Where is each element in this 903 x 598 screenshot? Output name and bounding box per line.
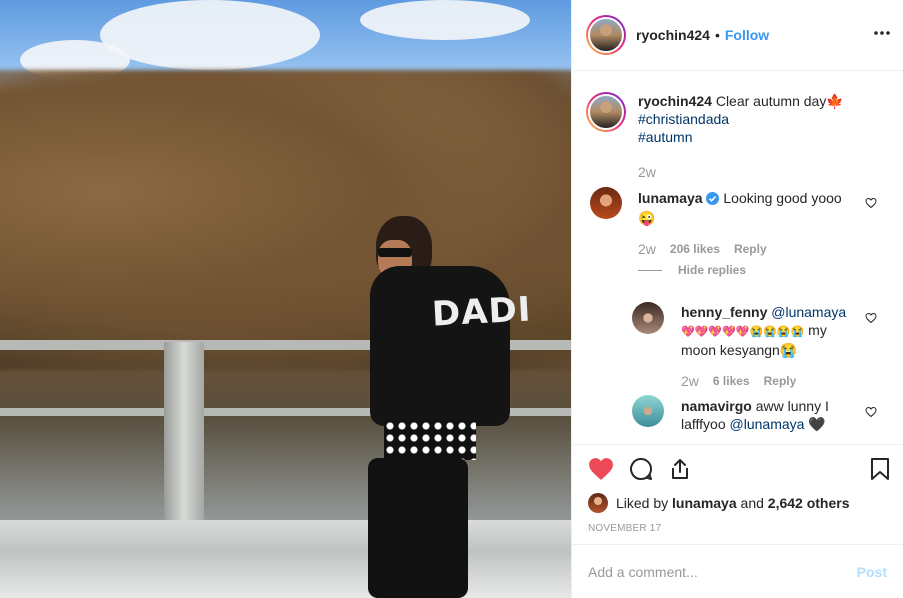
caption-username[interactable]: ryochin424 xyxy=(638,93,712,109)
more-options-icon[interactable] xyxy=(873,24,891,46)
reply-likes[interactable]: 6 likes xyxy=(713,374,750,388)
liked-by: Liked by lunamaya and 2,642 others xyxy=(588,493,850,513)
photo-cloud xyxy=(100,0,320,70)
reply-time[interactable]: 2w xyxy=(681,373,699,389)
reply-avatar[interactable] xyxy=(632,302,664,334)
hashtag-christiandada[interactable]: #christiandada xyxy=(638,111,729,127)
comment-time[interactable]: 2w xyxy=(638,241,656,257)
hashtag-autumn[interactable]: #autumn xyxy=(638,129,692,145)
reply-emojis: 💖💖💖💖💖😭😭😭😭 xyxy=(681,326,805,338)
author-avatar[interactable] xyxy=(586,15,626,55)
comment-text: Looking good yooo xyxy=(723,190,842,206)
liked-by-avatar[interactable] xyxy=(588,493,608,513)
caption-author-avatar[interactable] xyxy=(586,92,626,132)
liked-by-and: and xyxy=(740,495,764,511)
post-header: ryochin424 • Follow xyxy=(572,0,903,71)
bookmark-icon[interactable] xyxy=(870,457,890,484)
follow-button[interactable]: Follow xyxy=(725,27,769,43)
reply-username[interactable]: namavirgo xyxy=(681,398,752,414)
caption-emoji: 🍁 xyxy=(826,93,844,109)
reply-avatar[interactable] xyxy=(632,395,664,427)
comment-emoji: 😜 xyxy=(638,210,656,226)
comment-username[interactable]: lunamaya xyxy=(638,190,703,206)
photo-person: DADI xyxy=(362,214,532,598)
reply-emoji: 🖤 xyxy=(808,416,826,432)
like-reply-heart-icon[interactable] xyxy=(865,406,877,418)
post-comment-button[interactable]: Post xyxy=(857,564,887,580)
reply-meta: 2w 6 likes Reply xyxy=(681,373,796,389)
hide-replies-label: Hide replies xyxy=(678,263,747,277)
post-photo[interactable]: DADI xyxy=(0,0,571,598)
share-icon[interactable] xyxy=(668,457,692,484)
liked-by-others[interactable]: 2,642 others xyxy=(768,495,850,511)
reply: namavirgo aww lunny I lafffyoo @lunamaya… xyxy=(681,397,861,433)
comment-meta: 2w 206 likes Reply xyxy=(638,241,767,257)
liked-by-prefix: Liked by xyxy=(616,495,669,511)
reply-end-emoji: 😭 xyxy=(779,342,798,358)
like-heart-icon[interactable] xyxy=(588,457,614,484)
photo-person-shirt xyxy=(384,420,476,460)
add-comment-input[interactable] xyxy=(588,563,857,580)
comment-bubble-icon[interactable] xyxy=(628,457,654,484)
hide-replies-button[interactable]: Hide replies xyxy=(638,263,746,277)
photo-cloud xyxy=(360,0,530,40)
like-comment-heart-icon[interactable] xyxy=(865,197,877,209)
comment-likes[interactable]: 206 likes xyxy=(670,242,720,256)
caption-text: Clear autumn day xyxy=(715,93,827,109)
reply: henny_fenny @lunamaya 💖💖💖💖💖😭😭😭😭 my moon … xyxy=(681,303,861,359)
reply-mention[interactable]: @lunamaya xyxy=(771,304,846,320)
caption-time[interactable]: 2w xyxy=(638,164,656,180)
add-comment-bar: Post xyxy=(572,544,903,598)
liked-by-user[interactable]: lunamaya xyxy=(672,495,737,511)
commenter-avatar[interactable] xyxy=(590,187,622,219)
photo-person-jacket xyxy=(370,266,510,426)
comment: lunamaya Looking good yooo 😜 xyxy=(638,189,858,227)
post-side-panel: ryochin424 • Follow ryochin424 Clear aut… xyxy=(571,0,903,598)
photo-person-legs xyxy=(368,458,468,598)
author-username[interactable]: ryochin424 xyxy=(636,27,710,43)
reply-username[interactable]: henny_fenny xyxy=(681,304,767,320)
verified-badge-icon xyxy=(706,191,720,209)
reply-reply-button[interactable]: Reply xyxy=(764,374,797,388)
reply-mention[interactable]: @lunamaya xyxy=(730,416,805,432)
caption: ryochin424 Clear autumn day🍁 #christiand… xyxy=(586,92,888,146)
like-reply-heart-icon[interactable] xyxy=(865,312,877,324)
post-date[interactable]: NOVEMBER 17 xyxy=(588,523,661,534)
comments-list[interactable]: ryochin424 Clear autumn day🍁 #christiand… xyxy=(572,72,903,444)
photo-person-sunglasses xyxy=(378,248,412,257)
separator-dot: • xyxy=(714,27,720,43)
hide-replies-line xyxy=(638,269,662,271)
post-actions: Liked by lunamaya and 2,642 others NOVEM… xyxy=(572,444,903,544)
comment-reply-button[interactable]: Reply xyxy=(734,242,767,256)
photo-jacket-text: DADI xyxy=(431,289,533,335)
